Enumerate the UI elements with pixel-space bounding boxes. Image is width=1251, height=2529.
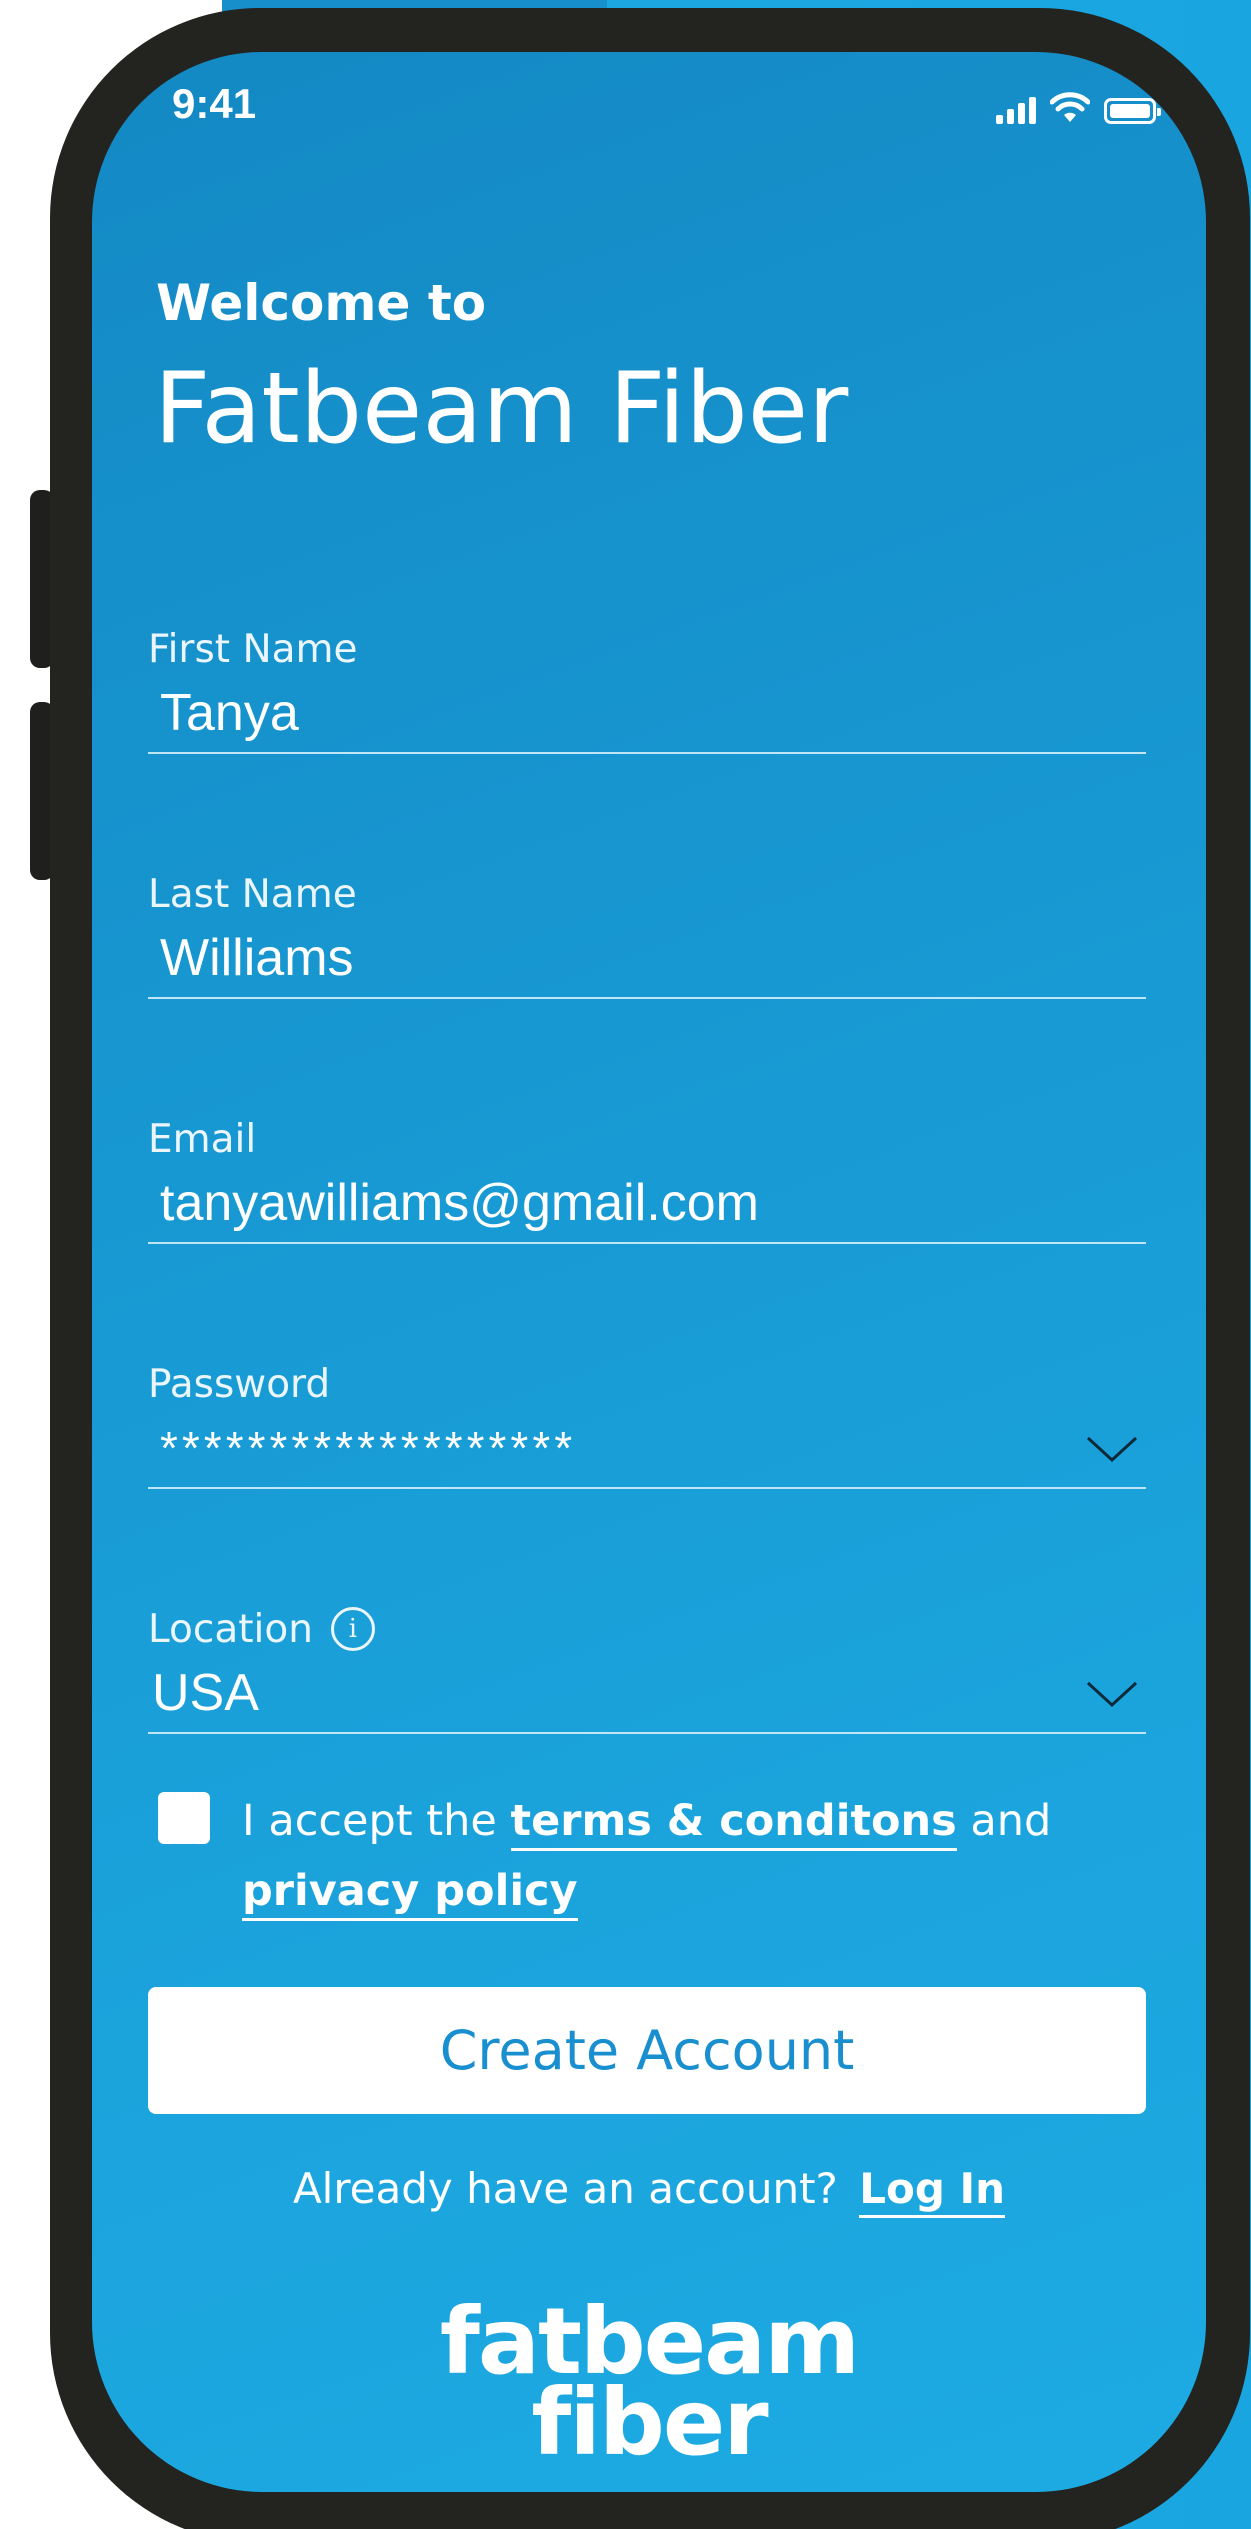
phone-screen: 9:41 Welcome to Fatbeam Fiber First Name… bbox=[92, 52, 1206, 2492]
create-account-button[interactable]: Create Account bbox=[148, 1987, 1146, 2114]
last-name-value[interactable]: Williams bbox=[148, 928, 1146, 988]
location-value[interactable]: USA bbox=[148, 1663, 1084, 1723]
battery-icon bbox=[1104, 98, 1161, 124]
fatbeam-fiber-logo: fatbeam fiber bbox=[92, 2296, 1206, 2476]
terms-checkbox[interactable] bbox=[158, 1792, 210, 1844]
password-value[interactable]: ******************* bbox=[148, 1421, 1084, 1475]
privacy-policy-link[interactable]: privacy policy bbox=[242, 1866, 578, 1921]
wifi-icon bbox=[1050, 92, 1090, 122]
chevron-down-icon[interactable] bbox=[1084, 1428, 1140, 1468]
location-field: Location i USA bbox=[148, 1604, 1146, 1734]
terms-prefix: I accept the bbox=[242, 1796, 497, 1846]
info-icon[interactable]: i bbox=[330, 1607, 375, 1651]
chevron-down-icon[interactable] bbox=[1084, 1673, 1140, 1713]
last-name-field: Last Name Williams bbox=[148, 869, 1146, 999]
first-name-field: First Name Tanya bbox=[148, 624, 1146, 754]
page-title: Fatbeam Fiber bbox=[154, 352, 849, 466]
email-field: Email tanyawilliams@gmail.com bbox=[148, 1114, 1146, 1244]
password-label: Password bbox=[148, 1361, 331, 1407]
welcome-text: Welcome to bbox=[156, 274, 487, 332]
password-input[interactable]: ******************* bbox=[148, 1409, 1146, 1489]
location-label-row: Location i bbox=[148, 1604, 1146, 1654]
terms-link[interactable]: terms & conditons bbox=[510, 1796, 957, 1851]
login-prompt: Already have an account? bbox=[292, 2164, 838, 2213]
first-name-value[interactable]: Tanya bbox=[148, 683, 1146, 743]
last-name-input[interactable]: Williams bbox=[148, 919, 1146, 999]
terms-text: I accept the terms & conditons and priva… bbox=[242, 1786, 1142, 1926]
location-label: Location bbox=[148, 1606, 313, 1652]
status-icons bbox=[996, 88, 1161, 124]
status-time: 9:41 bbox=[172, 80, 257, 127]
password-field: Password ******************* bbox=[148, 1359, 1146, 1489]
terms-middle: and bbox=[970, 1796, 1052, 1846]
email-value[interactable]: tanyawilliams@gmail.com bbox=[148, 1173, 1146, 1233]
first-name-label: First Name bbox=[148, 626, 358, 672]
location-select[interactable]: USA bbox=[148, 1654, 1146, 1734]
login-row: Already have an account? Log In bbox=[92, 2164, 1206, 2218]
first-name-input[interactable]: Tanya bbox=[148, 674, 1146, 754]
email-input[interactable]: tanyawilliams@gmail.com bbox=[148, 1164, 1146, 1244]
email-label: Email bbox=[148, 1116, 257, 1162]
logo-line-2: fiber bbox=[531, 2368, 768, 2476]
last-name-label: Last Name bbox=[148, 871, 357, 917]
stage: 9:41 Welcome to Fatbeam Fiber First Name… bbox=[0, 0, 1251, 2529]
cellular-signal-icon bbox=[996, 96, 1036, 124]
log-in-link[interactable]: Log In bbox=[859, 2164, 1006, 2218]
